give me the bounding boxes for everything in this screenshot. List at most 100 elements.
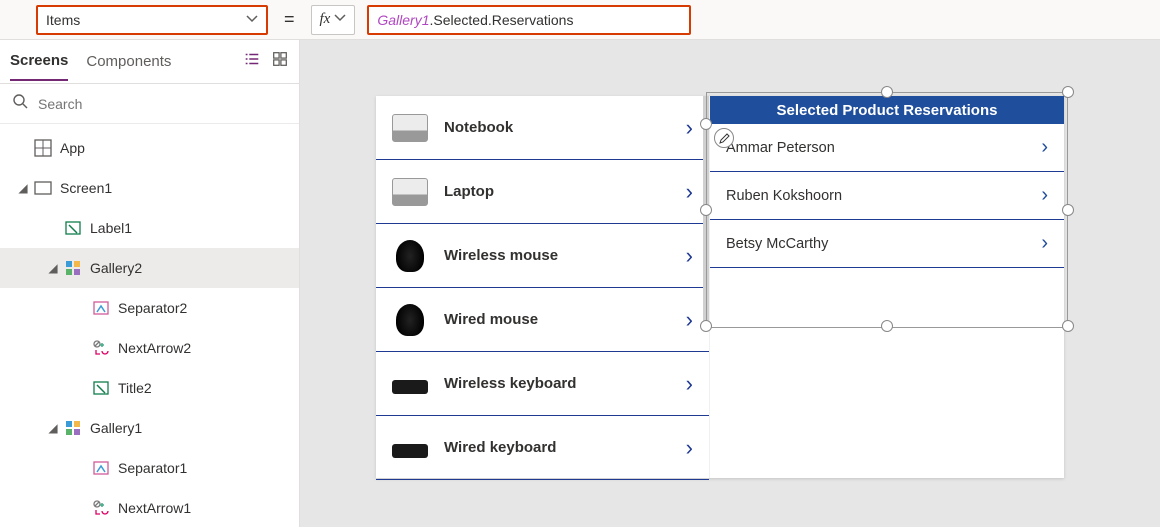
reservation-label: Ammar Peterson bbox=[726, 140, 835, 156]
list-item[interactable]: Ruben Kokshoorn › bbox=[710, 172, 1064, 220]
list-item[interactable]: Notebook › bbox=[376, 96, 709, 160]
tree-panel: Screens Components App bbox=[0, 40, 300, 527]
search-icon bbox=[12, 93, 28, 114]
product-thumb bbox=[392, 178, 428, 206]
product-label: Notebook bbox=[444, 119, 670, 136]
tree-item-label: Gallery2 bbox=[84, 260, 291, 276]
nextarrow-icon bbox=[90, 339, 112, 357]
list-item[interactable]: Betsy McCarthy › bbox=[710, 220, 1064, 268]
product-label: Wired keyboard bbox=[444, 439, 670, 456]
collapse-icon[interactable]: ◢ bbox=[14, 181, 32, 195]
list-item[interactable]: Wireless keyboard › bbox=[376, 352, 709, 416]
tree-item-label: NextArrow2 bbox=[112, 340, 291, 356]
list-view-icon[interactable] bbox=[243, 50, 261, 73]
chevron-right-icon[interactable]: › bbox=[686, 243, 693, 269]
chevron-right-icon[interactable]: › bbox=[686, 435, 693, 461]
chevron-right-icon[interactable]: › bbox=[686, 179, 693, 205]
resize-handle[interactable] bbox=[700, 204, 712, 216]
label-icon bbox=[62, 219, 84, 237]
list-item[interactable]: Wired mouse › bbox=[376, 288, 709, 352]
product-thumb bbox=[396, 240, 424, 272]
tree-item-label: Screen1 bbox=[54, 180, 291, 196]
chevron-right-icon[interactable]: › bbox=[1041, 184, 1048, 207]
tree-item-app[interactable]: App bbox=[0, 128, 299, 168]
product-thumb bbox=[396, 304, 424, 336]
tree-item-label: Label1 bbox=[84, 220, 291, 236]
product-label: Wireless keyboard bbox=[444, 375, 670, 392]
product-thumb bbox=[392, 114, 428, 142]
fx-icon: fx bbox=[320, 11, 331, 28]
list-item[interactable]: Wireless mouse › bbox=[376, 224, 709, 288]
chevron-right-icon[interactable]: › bbox=[1041, 232, 1048, 255]
product-thumb bbox=[392, 380, 428, 394]
list-item[interactable]: Laptop › bbox=[376, 160, 709, 224]
collapse-icon[interactable]: ◢ bbox=[44, 421, 62, 435]
tree-item-screen1[interactable]: ◢ Screen1 bbox=[0, 168, 299, 208]
nextarrow-icon bbox=[90, 499, 112, 517]
gallery2-header: Selected Product Reservations bbox=[710, 96, 1064, 124]
fx-dropdown[interactable]: fx bbox=[311, 5, 356, 35]
tree-item-gallery1[interactable]: ◢ Gallery1 bbox=[0, 408, 299, 448]
tree-item-label: Title2 bbox=[112, 380, 291, 396]
tab-components[interactable]: Components bbox=[86, 43, 171, 80]
chevron-down-icon bbox=[334, 12, 346, 27]
gallery-icon bbox=[62, 259, 84, 277]
resize-handle[interactable] bbox=[881, 86, 893, 98]
edit-icon[interactable] bbox=[714, 128, 734, 148]
chevron-right-icon[interactable]: › bbox=[1041, 136, 1048, 159]
gallery2[interactable]: Selected Product Reservations Ammar Pete… bbox=[710, 96, 1064, 478]
property-dropdown[interactable]: Items bbox=[36, 5, 268, 35]
formula-bar: Items = fx Gallery1.Selected.Reservation… bbox=[0, 0, 1160, 40]
tree-item-title2[interactable]: Title2 bbox=[0, 368, 299, 408]
tree-item-label: Separator1 bbox=[112, 460, 291, 476]
tree-search[interactable] bbox=[0, 84, 299, 124]
property-name: Items bbox=[46, 12, 80, 28]
tree-item-separator2[interactable]: Separator2 bbox=[0, 288, 299, 328]
tree-item-nextarrow2[interactable]: NextArrow2 bbox=[0, 328, 299, 368]
chevron-right-icon[interactable]: › bbox=[686, 371, 693, 397]
resize-handle[interactable] bbox=[1062, 204, 1074, 216]
app-icon bbox=[32, 139, 54, 157]
tree-item-label1[interactable]: Label1 bbox=[0, 208, 299, 248]
canvas-area[interactable]: Notebook › Laptop › Wireless mouse › Wir… bbox=[300, 40, 1160, 527]
tab-screens[interactable]: Screens bbox=[10, 42, 68, 81]
list-item[interactable]: Wired keyboard › bbox=[376, 416, 709, 480]
resize-handle[interactable] bbox=[700, 320, 712, 332]
tree-item-label: Separator2 bbox=[112, 300, 291, 316]
separator-icon bbox=[90, 299, 112, 317]
grid-view-icon[interactable] bbox=[271, 50, 289, 73]
tree-item-label: App bbox=[54, 140, 291, 156]
resize-handle[interactable] bbox=[1062, 86, 1074, 98]
resize-handle[interactable] bbox=[881, 320, 893, 332]
label-icon bbox=[90, 379, 112, 397]
search-input[interactable] bbox=[38, 96, 287, 112]
app-canvas[interactable]: Notebook › Laptop › Wireless mouse › Wir… bbox=[376, 96, 1064, 478]
tree-item-label: NextArrow1 bbox=[112, 500, 291, 516]
formula-input[interactable]: Gallery1.Selected.Reservations bbox=[367, 5, 691, 35]
reservation-label: Ruben Kokshoorn bbox=[726, 188, 842, 204]
tree: App ◢ Screen1 Label1 ◢ Gallery2 Separato… bbox=[0, 124, 299, 527]
gallery1[interactable]: Notebook › Laptop › Wireless mouse › Wir… bbox=[376, 96, 710, 478]
product-label: Wireless mouse bbox=[444, 247, 670, 264]
collapse-icon[interactable]: ◢ bbox=[44, 261, 62, 275]
resize-handle[interactable] bbox=[700, 118, 712, 130]
screen-icon bbox=[32, 181, 54, 195]
chevron-right-icon[interactable]: › bbox=[686, 307, 693, 333]
tree-item-label: Gallery1 bbox=[84, 420, 291, 436]
chevron-down-icon bbox=[246, 12, 258, 28]
formula-token-path: .Selected.Reservations bbox=[429, 12, 573, 28]
formula-token-ref: Gallery1 bbox=[377, 12, 429, 28]
chevron-right-icon[interactable]: › bbox=[686, 115, 693, 141]
product-thumb bbox=[392, 444, 428, 458]
reservation-label: Betsy McCarthy bbox=[726, 236, 828, 252]
list-item[interactable]: Ammar Peterson › bbox=[710, 124, 1064, 172]
resize-handle[interactable] bbox=[1062, 320, 1074, 332]
tree-item-separator1[interactable]: Separator1 bbox=[0, 448, 299, 488]
product-label: Wired mouse bbox=[444, 311, 670, 328]
equals-sign: = bbox=[280, 9, 299, 30]
tree-item-nextarrow1[interactable]: NextArrow1 bbox=[0, 488, 299, 527]
gallery-icon bbox=[62, 419, 84, 437]
panel-tabs: Screens Components bbox=[0, 40, 299, 84]
tree-item-gallery2[interactable]: ◢ Gallery2 bbox=[0, 248, 299, 288]
product-label: Laptop bbox=[444, 183, 670, 200]
